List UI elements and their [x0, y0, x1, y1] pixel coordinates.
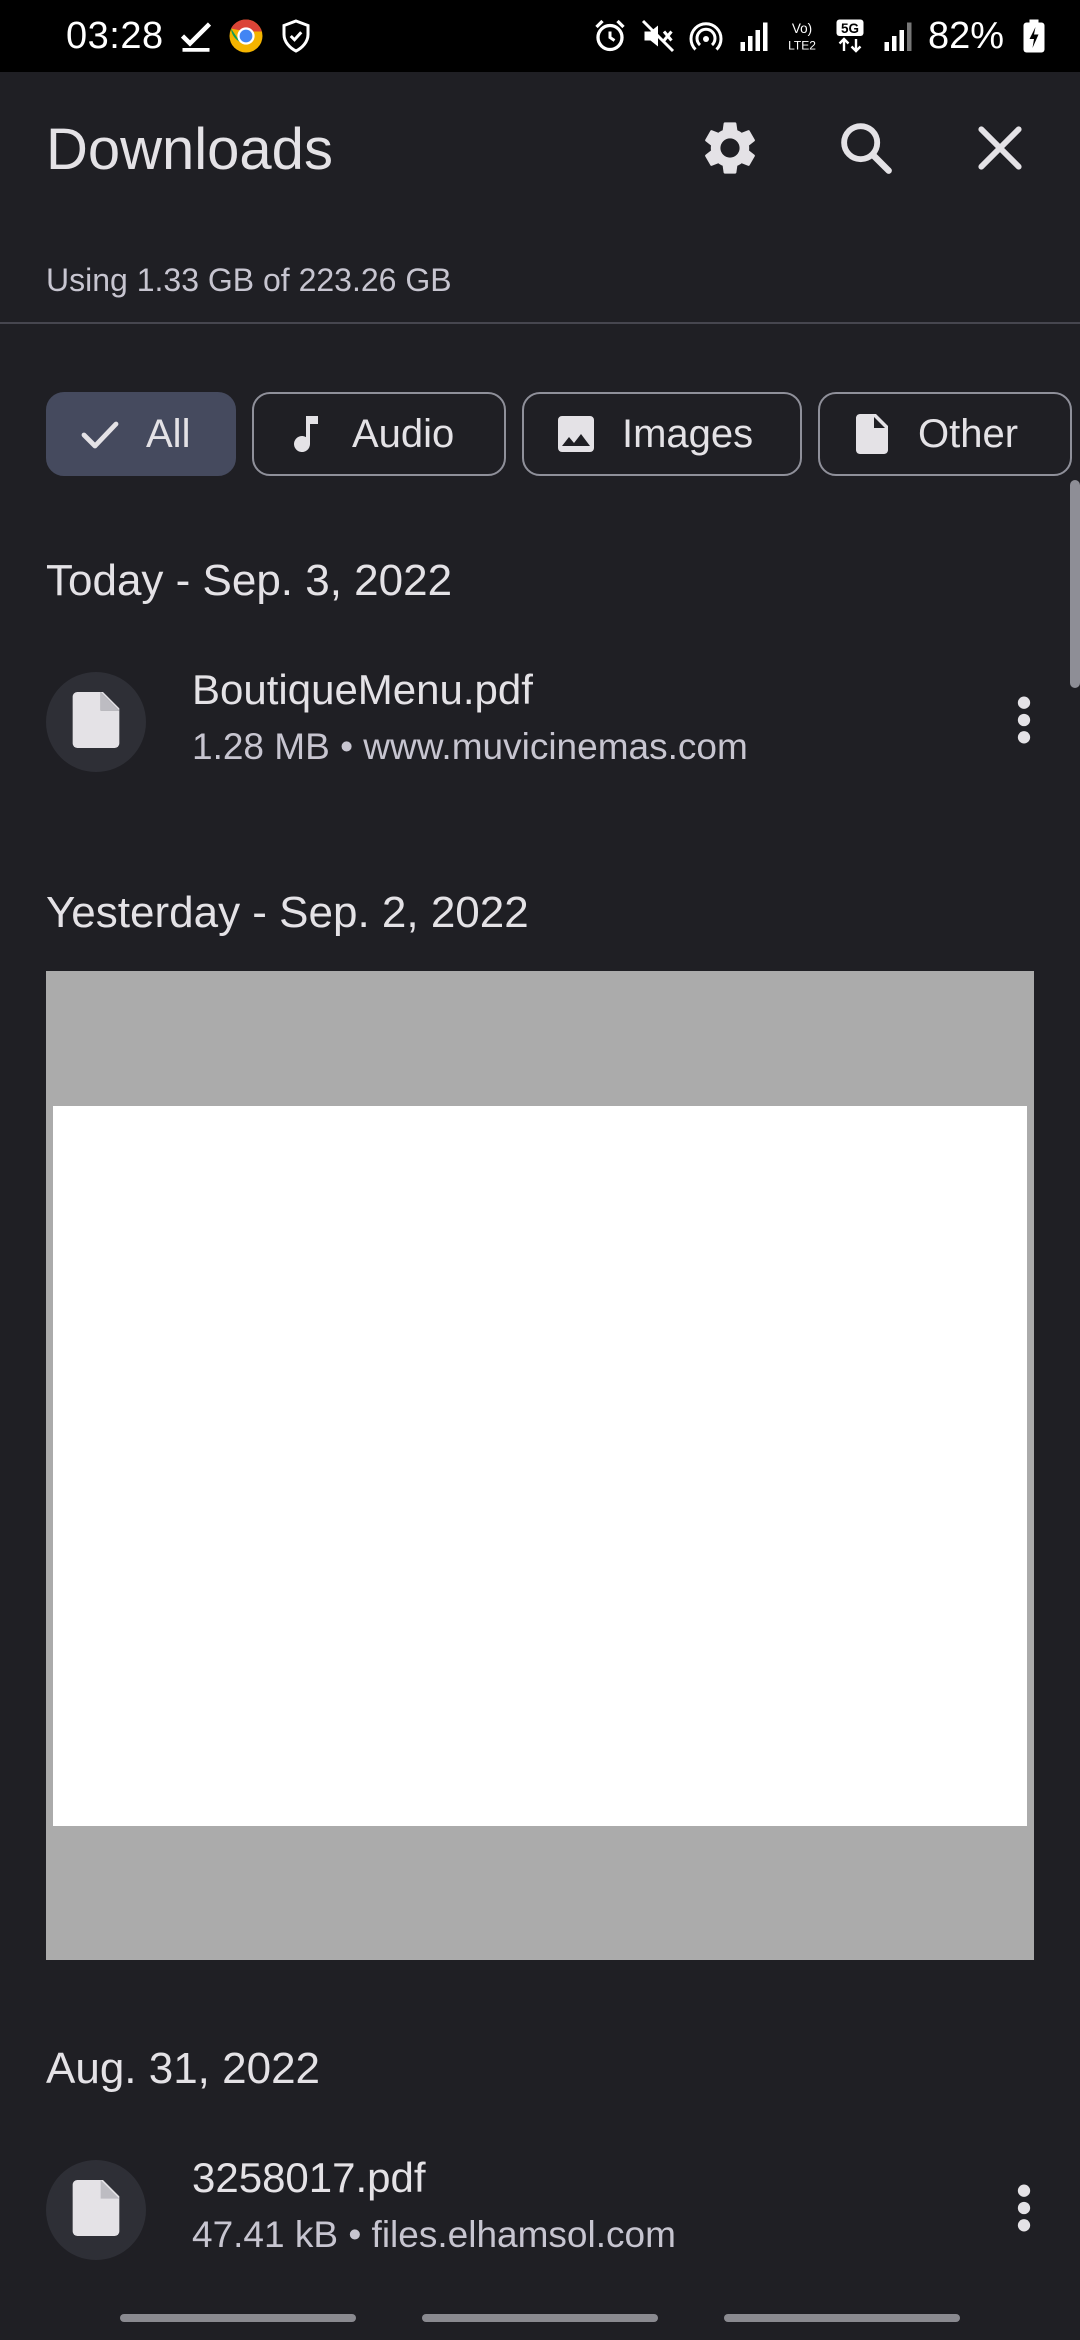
- more-vert-icon: [1016, 2183, 1032, 2238]
- search-button[interactable]: [828, 112, 904, 188]
- check-icon: [178, 18, 214, 54]
- volte-icon: Vo) LTE2: [784, 18, 820, 54]
- alarm-icon: [592, 18, 628, 54]
- status-time: 03:28: [66, 14, 164, 57]
- section-header-today: Today - Sep. 3, 2022: [46, 556, 453, 605]
- section-header-aug-31: Aug. 31, 2022: [46, 2044, 321, 2093]
- signal-icon: [736, 18, 772, 54]
- battery-icon: [1016, 18, 1052, 54]
- check-icon: [76, 410, 124, 458]
- settings-button[interactable]: [692, 112, 768, 188]
- nav-handle-back[interactable]: [724, 2314, 960, 2322]
- svg-text:Vo): Vo): [792, 21, 812, 36]
- file-meta: 47.41 kB • files.elhamsol.com: [192, 2214, 676, 2255]
- music-note-icon: [282, 410, 330, 458]
- section-header-yesterday: Yesterday - Sep. 2, 2022: [46, 888, 529, 937]
- more-options-button[interactable]: [992, 682, 1056, 762]
- filter-chip-label: Audio: [352, 411, 455, 456]
- close-button[interactable]: [962, 112, 1038, 188]
- header-divider: [0, 322, 1080, 324]
- filter-chip-all[interactable]: All: [46, 392, 236, 476]
- file-icon: [71, 691, 121, 753]
- status-left: 03:28: [66, 14, 314, 58]
- image-thumbnail: [53, 1106, 1027, 1826]
- page-title: Downloads: [46, 117, 333, 182]
- image-icon: [552, 410, 600, 458]
- filter-chip-images[interactable]: Images: [522, 392, 802, 476]
- svg-text:LTE2: LTE2: [788, 39, 816, 53]
- file-thumbnail: [46, 672, 146, 772]
- svg-text:5G: 5G: [841, 21, 859, 36]
- storage-usage: Using 1.33 GB of 223.26 GB: [46, 262, 452, 298]
- filter-chip-other[interactable]: Other: [818, 392, 1072, 476]
- signal-icon: [880, 18, 916, 54]
- filter-chip-label: Other: [918, 411, 1019, 456]
- filter-chip-label: All: [146, 411, 191, 456]
- mute-icon: [640, 18, 676, 54]
- gear-icon: [698, 116, 762, 185]
- navigation-bar: [0, 2298, 1080, 2340]
- filter-chip-label: Images: [622, 411, 754, 456]
- nav-handle-home[interactable]: [422, 2314, 658, 2322]
- file-name: 3258017.pdf: [192, 2154, 426, 2201]
- more-vert-icon: [1016, 695, 1032, 750]
- download-item[interactable]: BoutiqueMenu.pdf 1.28 MB • www.muvicinem…: [0, 662, 1080, 782]
- chrome-dev-icon: [228, 18, 264, 54]
- filter-chips: All Audio Images Other: [46, 392, 1072, 480]
- file-icon: [848, 410, 896, 458]
- shield-icon: [278, 18, 314, 54]
- image-download-preview[interactable]: [46, 971, 1034, 1960]
- file-thumbnail: [46, 2160, 146, 2260]
- file-name: BoutiqueMenu.pdf: [192, 666, 533, 713]
- app-header: Downloads: [0, 72, 1080, 232]
- file-icon: [71, 2179, 121, 2241]
- nav-handle-recents[interactable]: [120, 2314, 356, 2322]
- filter-chip-audio[interactable]: Audio: [252, 392, 506, 476]
- 5g-icon: 5G: [832, 18, 868, 54]
- download-item[interactable]: 3258017.pdf 47.41 kB • files.elhamsol.co…: [0, 2150, 1080, 2270]
- hotspot-icon: [688, 18, 724, 54]
- status-bar: 03:28 Vo) LTE2 5G 82%: [0, 0, 1080, 72]
- more-options-button[interactable]: [992, 2170, 1056, 2250]
- status-right: Vo) LTE2 5G 82%: [592, 14, 1052, 58]
- file-meta: 1.28 MB • www.muvicinemas.com: [192, 726, 748, 767]
- battery-percent: 82%: [927, 14, 1004, 57]
- scrollbar[interactable]: [1070, 480, 1080, 688]
- close-icon: [968, 116, 1032, 185]
- search-icon: [834, 116, 898, 185]
